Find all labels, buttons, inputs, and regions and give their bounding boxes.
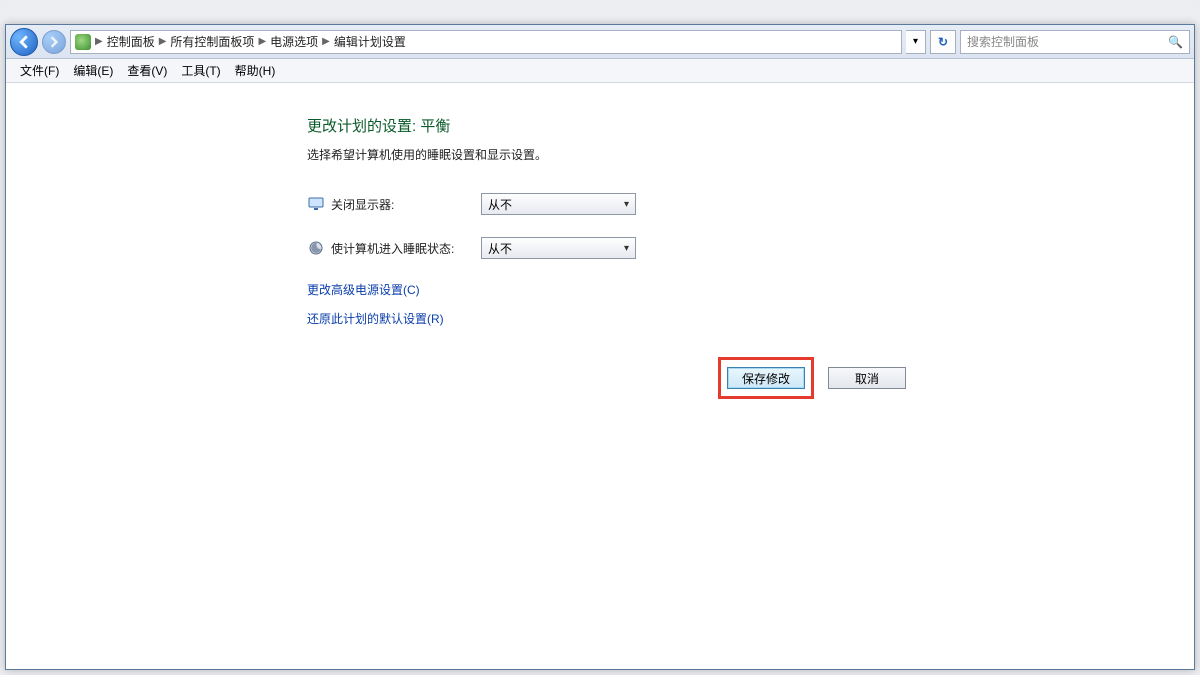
chevron-down-icon: ▾ [913, 36, 918, 47]
content-area: 更改计划的设置: 平衡 选择希望计算机使用的睡眠设置和显示设置。 关闭显示器: … [7, 85, 1193, 668]
nav-back-button[interactable] [10, 28, 38, 56]
menu-bar: 文件(F) 编辑(E) 查看(V) 工具(T) 帮助(H) [6, 59, 1194, 83]
save-button[interactable]: 保存修改 [727, 367, 805, 389]
breadcrumb-item[interactable]: 所有控制面板项 [170, 33, 254, 50]
menu-help[interactable]: 帮助(H) [229, 60, 282, 81]
page-subtitle: 选择希望计算机使用的睡眠设置和显示设置。 [307, 146, 907, 163]
arrow-left-icon [17, 35, 31, 49]
search-box[interactable]: 搜索控制面板 🔍 [960, 30, 1190, 54]
menu-view[interactable]: 查看(V) [121, 60, 173, 81]
page-title: 更改计划的设置: 平衡 [307, 115, 907, 136]
chevron-right-icon: ▶ [95, 36, 103, 47]
refresh-icon: ↻ [938, 35, 948, 49]
moon-icon [307, 239, 325, 257]
breadcrumb-dropdown[interactable]: ▾ [906, 30, 926, 54]
cancel-button[interactable]: 取消 [828, 367, 906, 389]
chevron-right-icon: ▶ [258, 36, 266, 47]
chevron-right-icon: ▶ [159, 36, 167, 47]
link-advanced-power[interactable]: 更改高级电源设置(C) [307, 281, 907, 298]
setting-row-sleep: 使计算机进入睡眠状态: 从不 [307, 237, 907, 259]
control-panel-icon [75, 34, 91, 50]
explorer-window: ▶ 控制面板 ▶ 所有控制面板项 ▶ 电源选项 ▶ 编辑计划设置 ▾ ↻ 搜索控… [5, 24, 1195, 670]
breadcrumb-item[interactable]: 控制面板 [107, 33, 155, 50]
button-row: 保存修改 取消 [727, 357, 907, 399]
breadcrumb-item[interactable]: 电源选项 [270, 33, 318, 50]
chevron-right-icon: ▶ [322, 36, 330, 47]
monitor-icon [307, 195, 325, 213]
link-restore-defaults[interactable]: 还原此计划的默认设置(R) [307, 310, 907, 327]
sleep-label: 使计算机进入睡眠状态: [331, 240, 481, 257]
menu-edit[interactable]: 编辑(E) [67, 60, 119, 81]
tutorial-highlight: 保存修改 [718, 357, 814, 399]
breadcrumb[interactable]: ▶ 控制面板 ▶ 所有控制面板项 ▶ 电源选项 ▶ 编辑计划设置 [70, 30, 902, 54]
breadcrumb-item[interactable]: 编辑计划设置 [334, 33, 406, 50]
sleep-dropdown[interactable]: 从不 [481, 237, 636, 259]
address-bar-row: ▶ 控制面板 ▶ 所有控制面板项 ▶ 电源选项 ▶ 编辑计划设置 ▾ ↻ 搜索控… [6, 25, 1194, 59]
sleep-value: 从不 [488, 240, 512, 257]
menu-tools[interactable]: 工具(T) [175, 60, 226, 81]
search-placeholder: 搜索控制面板 [967, 33, 1039, 50]
setting-row-display-off: 关闭显示器: 从不 [307, 193, 907, 215]
menu-file[interactable]: 文件(F) [14, 60, 65, 81]
arrow-right-icon [48, 36, 60, 48]
search-icon: 🔍 [1168, 35, 1183, 49]
display-off-dropdown[interactable]: 从不 [481, 193, 636, 215]
display-off-value: 从不 [488, 196, 512, 213]
nav-forward-button[interactable] [42, 30, 66, 54]
refresh-button[interactable]: ↻ [930, 30, 956, 54]
display-off-label: 关闭显示器: [331, 196, 481, 213]
